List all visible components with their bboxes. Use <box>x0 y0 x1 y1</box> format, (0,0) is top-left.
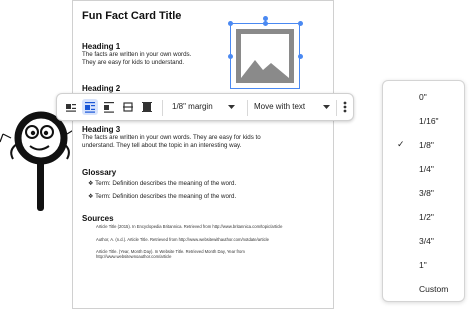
margin-option[interactable]: 3/8" <box>383 181 464 206</box>
glossary-item[interactable]: ❖ Term: Definition describes the meaning… <box>88 193 236 201</box>
behind-text-button[interactable] <box>120 99 136 115</box>
glossary-item[interactable]: ❖ Term: Definition describes the meaning… <box>88 180 236 188</box>
paragraph-1-line-2[interactable]: They are easy for kids to understand. <box>82 59 184 67</box>
toolbar-divider <box>162 100 163 116</box>
in-front-of-text-button[interactable] <box>139 99 155 115</box>
caret-down-icon <box>228 105 235 109</box>
margin-menu: 0" 1/16" ✓ 1/8" 1/4" 3/8" 1/2" 3/4" 1" Cu… <box>382 80 465 302</box>
toolbar-divider <box>247 100 248 116</box>
resize-handle-left[interactable] <box>228 54 233 59</box>
source-item[interactable]: Article Title (2015). In Encyclopedia Br… <box>96 224 282 229</box>
margin-option[interactable]: 1/2" <box>383 205 464 230</box>
checkmark-icon: ✓ <box>397 139 405 149</box>
resize-handle-top-left[interactable] <box>228 21 233 26</box>
wrap-inline-button[interactable] <box>63 99 79 115</box>
position-dropdown[interactable]: Move with text <box>251 94 333 120</box>
caret-down-icon <box>323 105 330 109</box>
heading-2[interactable]: Heading 2 <box>82 84 120 93</box>
heading-3[interactable]: Heading 3 <box>82 125 120 134</box>
more-options-button[interactable] <box>340 99 350 115</box>
mountain-image-icon <box>241 60 289 78</box>
margin-option[interactable]: 1/16" <box>383 109 464 134</box>
in-front-of-text-icon <box>142 102 152 112</box>
margin-option[interactable]: 1/4" <box>383 157 464 182</box>
resize-handle-right[interactable] <box>298 54 303 59</box>
margin-option-custom[interactable]: Custom <box>383 277 464 302</box>
heading-1[interactable]: Heading 1 <box>82 42 120 51</box>
more-vert-icon <box>343 101 347 113</box>
paragraph-1-line-1[interactable]: The facts are written in your own words. <box>82 51 191 59</box>
doc-title[interactable]: Fun Fact Card Title <box>82 10 181 22</box>
wrap-text-icon <box>85 102 95 113</box>
margin-option[interactable]: 3/4" <box>383 229 464 254</box>
source-item[interactable]: http://www.websitewnoauthor.com/article <box>96 254 171 259</box>
margin-option[interactable]: 1" <box>383 253 464 278</box>
resize-handle-top-right[interactable] <box>298 21 303 26</box>
toolbar-divider <box>336 100 337 116</box>
position-dropdown-label: Move with text <box>254 102 306 111</box>
resize-handle-top[interactable] <box>263 21 268 26</box>
break-text-icon <box>104 102 114 113</box>
break-text-button[interactable] <box>101 99 117 115</box>
margin-option-selected[interactable]: ✓ 1/8" <box>383 133 464 158</box>
margin-option[interactable]: 0" <box>383 85 464 110</box>
sources-heading[interactable]: Sources <box>82 214 114 223</box>
glossary-heading[interactable]: Glossary <box>82 168 116 177</box>
source-item[interactable]: Author, A. (n.d.). Article Title. Retrie… <box>96 237 269 242</box>
wrap-text-button[interactable] <box>82 99 98 115</box>
image-options-toolbar: 1/8" margin Move with text <box>56 93 354 121</box>
margin-dropdown-label: 1/8" margin <box>172 102 213 111</box>
behind-text-icon <box>123 102 133 112</box>
margin-dropdown[interactable]: 1/8" margin <box>167 94 245 120</box>
paragraph-3-line-1[interactable]: The facts are written in your own words.… <box>82 134 261 142</box>
paragraph-3-line-2[interactable]: understand. They tell about the topic in… <box>82 142 241 150</box>
inline-text-icon <box>66 104 76 112</box>
